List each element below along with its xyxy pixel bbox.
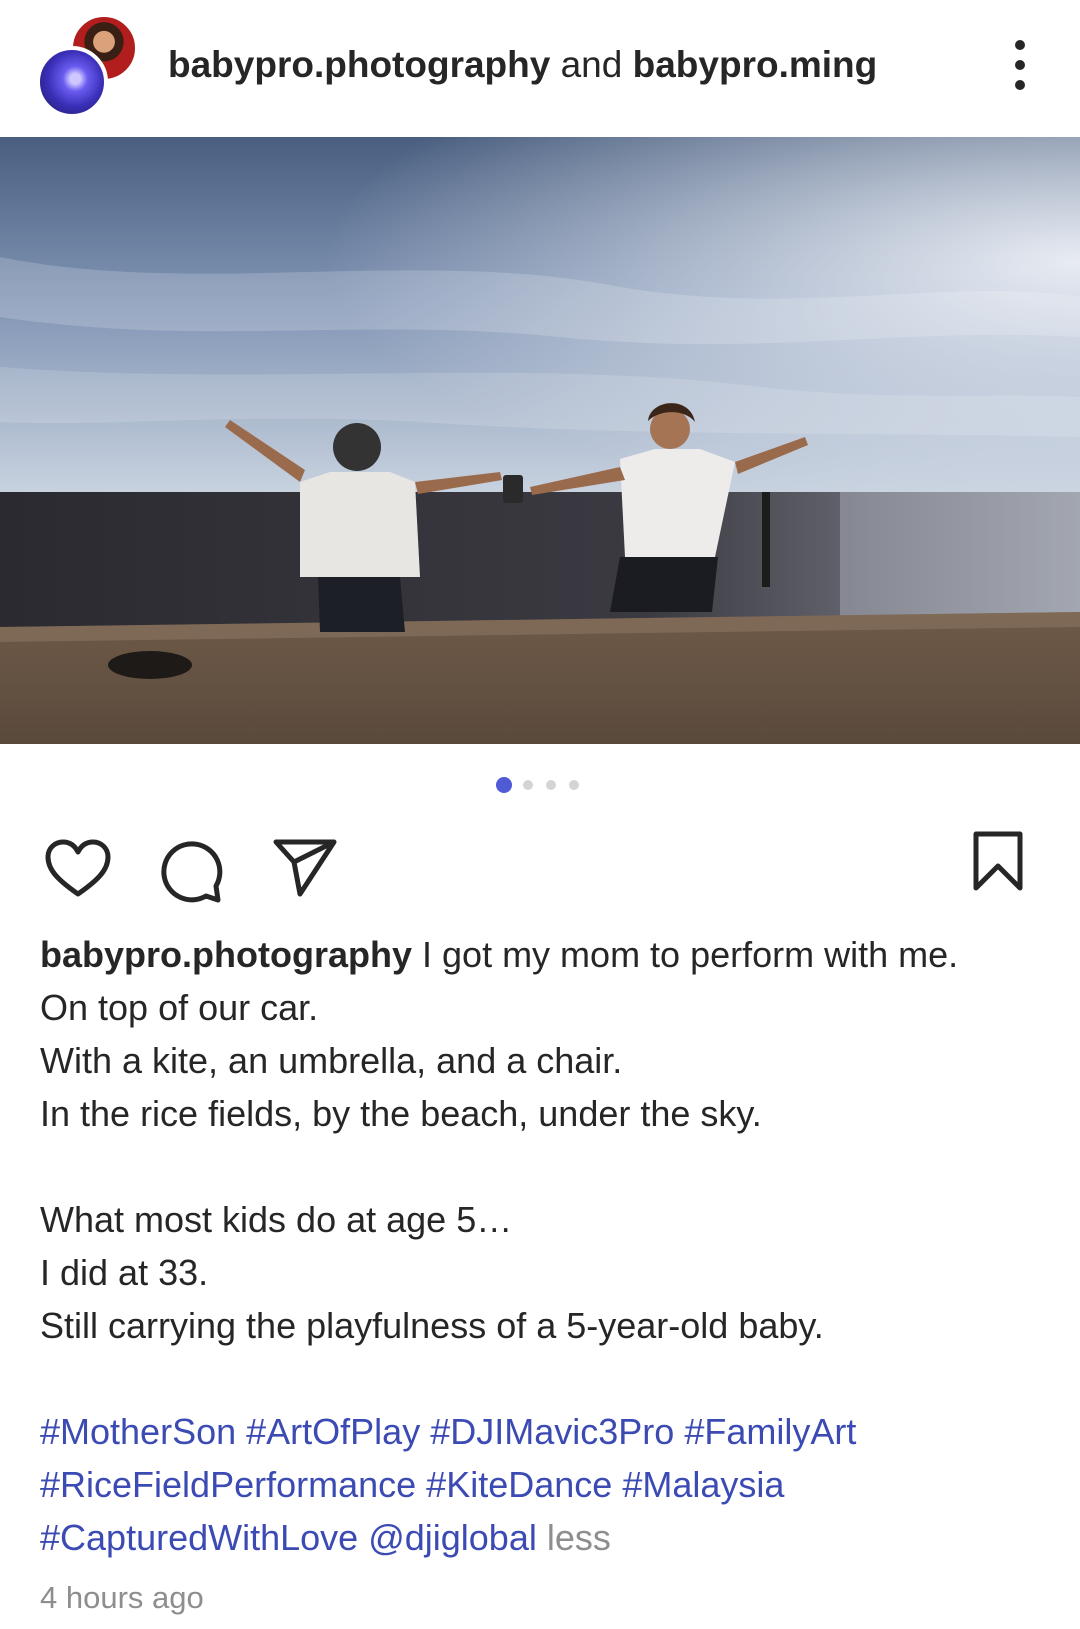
hashtag-link[interactable]: #CapturedWithLove [40,1517,358,1558]
username-link-2[interactable]: babypro.ming [633,44,878,85]
caption-line: With a kite, an umbrella, and a chair. [40,1040,623,1081]
caption-line: On top of our car. [40,987,319,1028]
more-vertical-icon[interactable] [1000,40,1040,90]
carousel-dot-active [496,777,512,793]
comment-icon[interactable] [158,838,224,909]
carousel-dot [546,780,556,790]
carousel-dot [569,780,579,790]
less-link[interactable]: less [547,1517,611,1558]
post-caption: babypro.photography I got my mom to perf… [40,928,1050,1564]
carousel-indicator [0,777,1080,793]
heart-icon[interactable] [44,838,112,905]
collab-title: babypro.photography and babypro.ming [168,42,877,88]
caption-line: I got my mom to perform with me. [422,934,959,975]
post-photo[interactable] [0,137,1080,744]
caption-username[interactable]: babypro.photography [40,934,412,975]
connector-text: and [560,44,623,85]
mention-link[interactable]: @djiglobal [368,1517,537,1558]
carousel-dot [523,780,533,790]
post-timestamp: 4 hours ago [40,1580,204,1615]
hashtag-link[interactable]: #DJIMavic3Pro [430,1411,674,1452]
bookmark-icon[interactable] [972,830,1024,897]
username-link-1[interactable]: babypro.photography [168,44,550,85]
hashtag-link[interactable]: #Malaysia [622,1464,784,1505]
caption-line: Still carrying the playfulness of a 5-ye… [40,1305,824,1346]
hashtag-link[interactable]: #MotherSon [40,1411,236,1452]
caption-line: I did at 33. [40,1252,209,1293]
avatar-babypro-photography[interactable] [36,46,108,118]
hashtag-link[interactable]: #FamilyArt [684,1411,856,1452]
caption-line: What most kids do at age 5… [40,1199,513,1240]
hashtag-link[interactable]: #RiceFieldPerformance [40,1464,416,1505]
post-header: babypro.photography and babypro.ming [0,0,1080,137]
hashtag-link[interactable]: #ArtOfPlay [246,1411,420,1452]
hashtag-link[interactable]: #KiteDance [426,1464,612,1505]
caption-line: In the rice fields, by the beach, under … [40,1093,762,1134]
collab-avatars[interactable] [36,14,140,118]
beach-photo-image [0,137,1080,744]
paper-plane-icon[interactable] [272,836,338,903]
